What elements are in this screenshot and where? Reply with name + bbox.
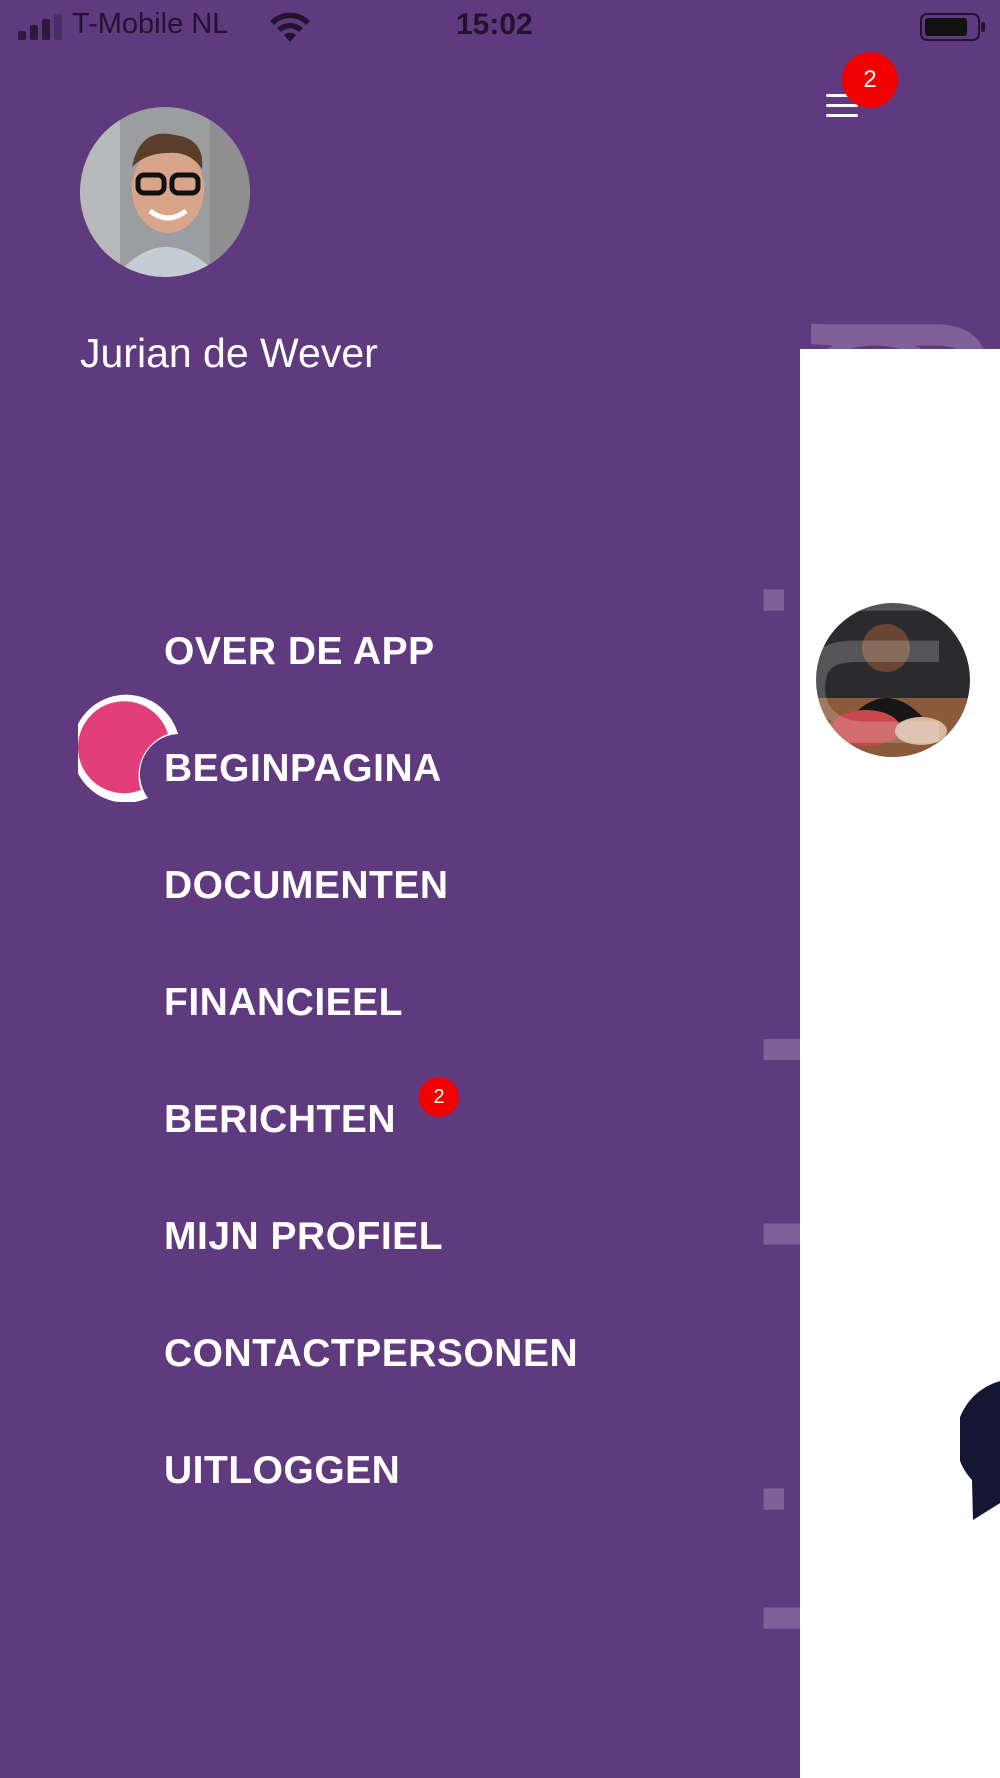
status-bar: T-Mobile NL 15:02: [0, 0, 1000, 52]
carrier-label: T-Mobile NL: [72, 8, 229, 40]
menu-item-over-de-app[interactable]: OVER DE APP: [164, 630, 435, 674]
menu-item-berichten[interactable]: BERICHTEN: [164, 1098, 396, 1142]
battery-icon: [920, 13, 985, 41]
profile-avatar[interactable]: [80, 107, 250, 277]
clock: 15:02: [456, 8, 533, 41]
menu-item-financieel[interactable]: FINANCIEEL: [164, 981, 403, 1025]
menu-item-contactpersonen[interactable]: CONTACTPERSONEN: [164, 1332, 578, 1376]
wifi-icon: [270, 12, 310, 42]
menu-item-documenten[interactable]: DOCUMENTEN: [164, 864, 449, 908]
brand-watermark: kindplanning: [721, 309, 991, 1645]
menu-item-mijn-profiel[interactable]: MIJN PROFIEL: [164, 1215, 443, 1259]
notification-badge: 2: [842, 52, 898, 108]
menu-item-uitloggen[interactable]: UITLOGGEN: [164, 1449, 400, 1493]
profile-name: Jurian de Wever: [80, 330, 378, 376]
berichten-count-badge: 2: [419, 1077, 459, 1117]
menu-item-beginpagina[interactable]: BEGINPAGINA: [164, 747, 442, 791]
signal-icon: [18, 14, 64, 40]
